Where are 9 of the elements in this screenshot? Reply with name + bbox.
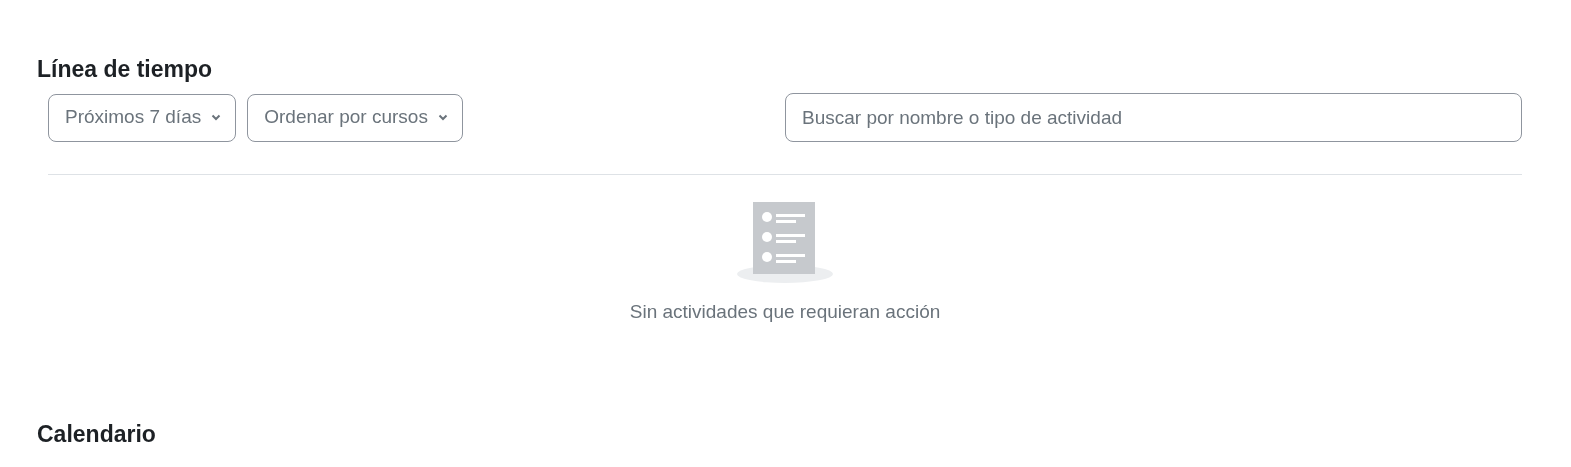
caret-icon <box>211 114 222 121</box>
filter-dropdown[interactable]: Ordenar por cursos <box>247 93 463 142</box>
section-title: Línea de tiempo <box>37 55 213 84</box>
filter-dropdown[interactable]: Próximos 7 días <box>48 93 237 142</box>
empty-list-icon <box>736 202 834 284</box>
empty-message: Sin actividades que requieran acción <box>629 300 941 324</box>
search-field[interactable]: Buscar por nombre o tipo de actividad <box>785 93 1522 142</box>
caret-icon <box>437 114 448 121</box>
section-title: Calendario <box>37 419 156 449</box>
